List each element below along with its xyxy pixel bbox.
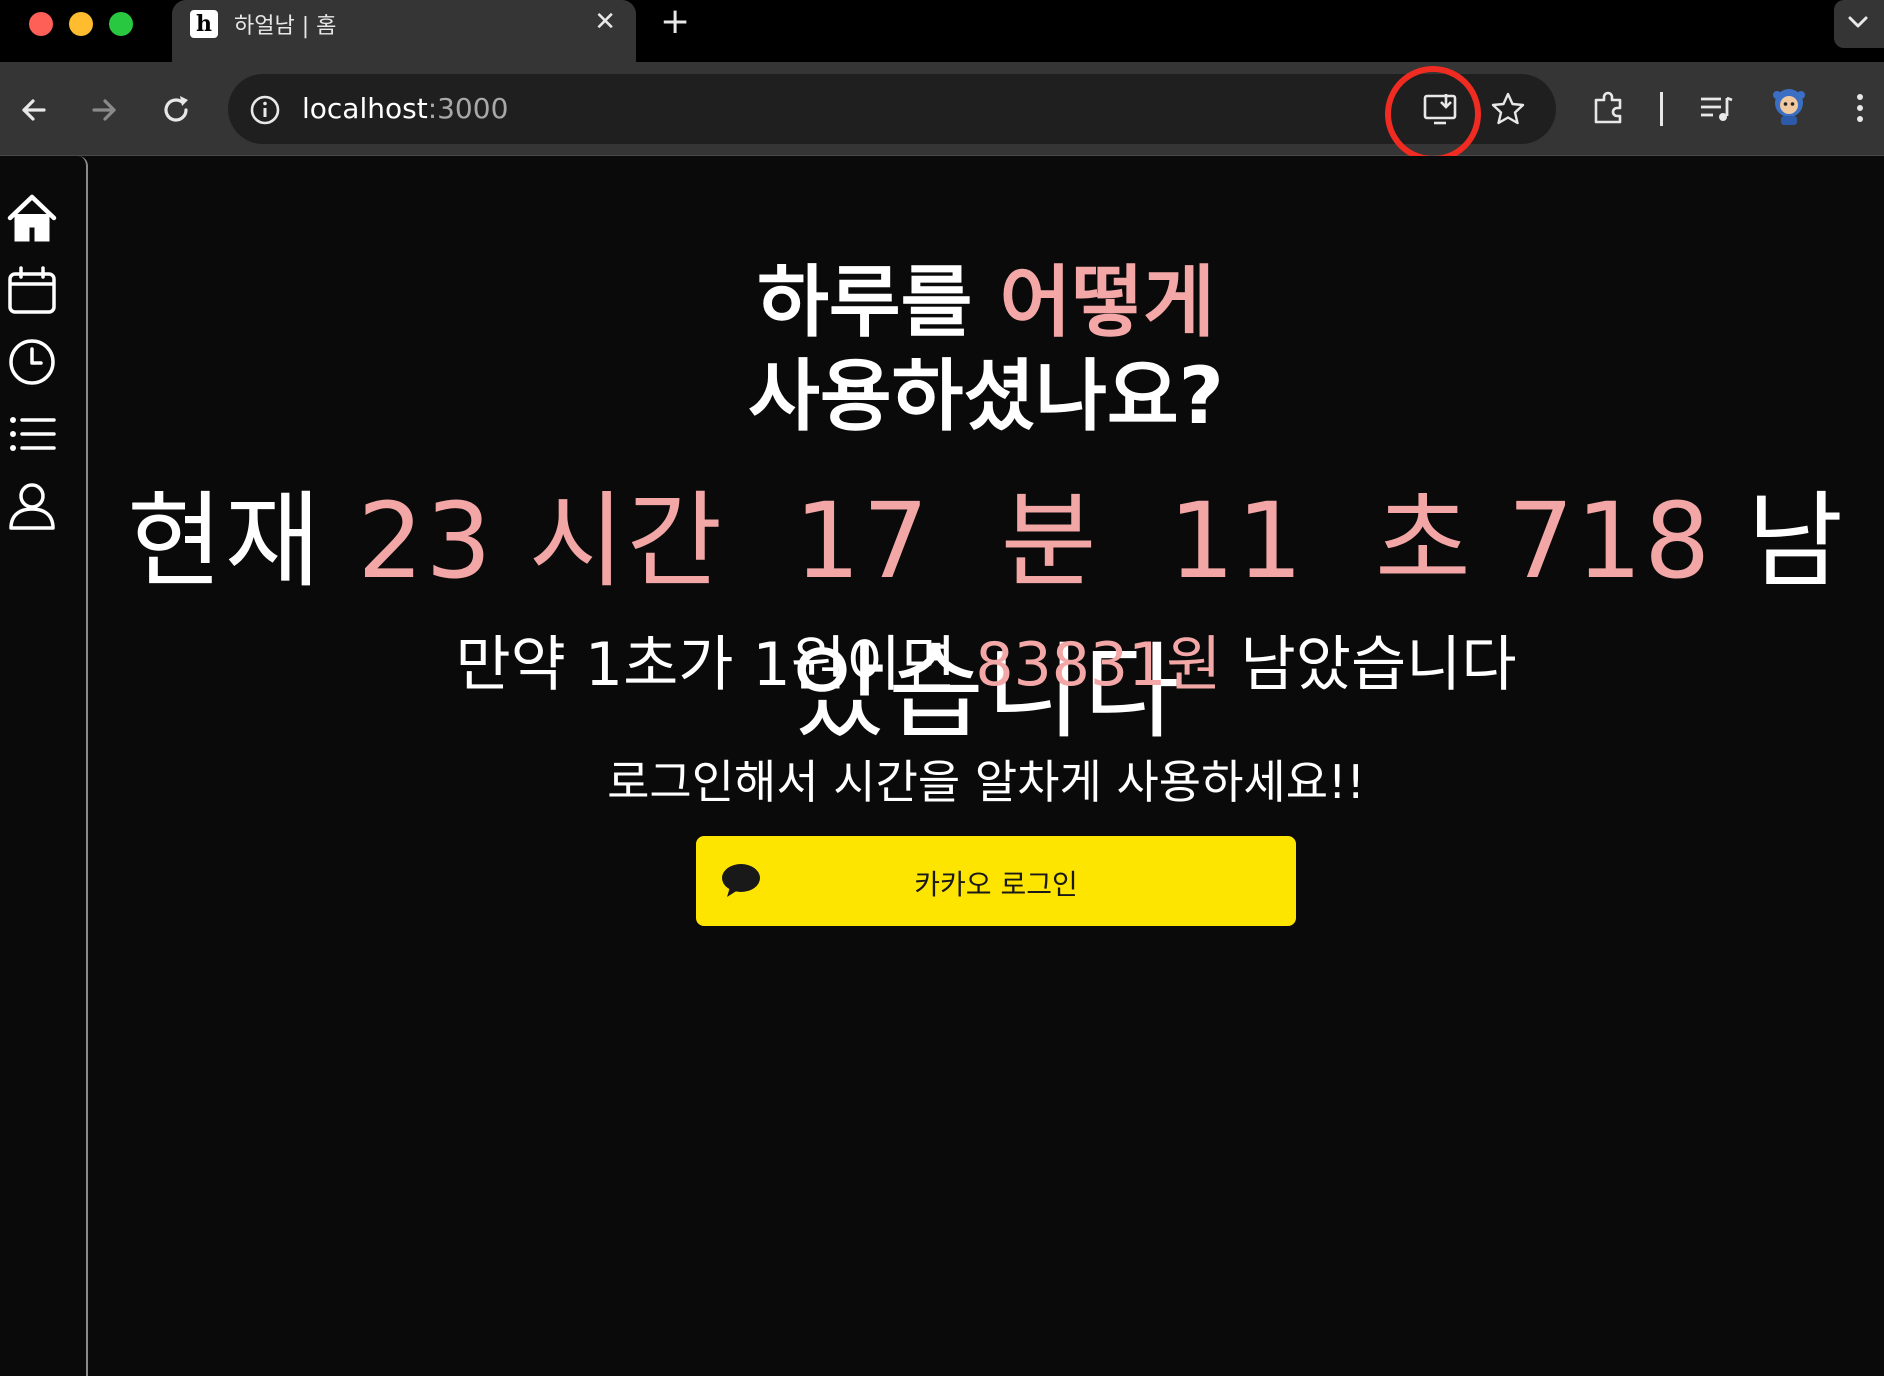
- list-icon[interactable]: [6, 408, 58, 460]
- bookmark-star-icon[interactable]: [1490, 91, 1526, 127]
- tab-close-icon[interactable]: ✕: [594, 8, 616, 36]
- active-tab[interactable]: h 하얼남 | 홈 ✕: [172, 0, 636, 62]
- kakao-login-button[interactable]: 카카오 로그인: [696, 836, 1296, 926]
- forward-icon[interactable]: [84, 90, 124, 130]
- extensions-icon[interactable]: [1588, 88, 1628, 128]
- login-prompt: 로그인해서 시간을 알차게 사용하세요!!: [607, 755, 1365, 809]
- countdown-seconds-unit: 초: [1375, 480, 1473, 602]
- home-icon[interactable]: [6, 192, 58, 244]
- profile-avatar[interactable]: [1770, 86, 1808, 126]
- page-viewport: 하루를 어떻게 사용하셨나요? 현재 23 시간 17 분 11 초 718 남…: [0, 156, 1884, 1376]
- site-info-icon[interactable]: [248, 93, 282, 127]
- countdown-hours-unit: 시간: [528, 480, 725, 602]
- site-favicon-icon: h: [190, 10, 218, 38]
- address-bar[interactable]: localhost:3000: [228, 66, 1556, 162]
- countdown-display: 현재 23 시간 17 분 11 초 718 남았습니다: [88, 456, 1884, 758]
- countdown-prefix: 현재: [126, 480, 358, 602]
- media-controls-icon[interactable]: [1696, 88, 1736, 128]
- countdown-millis: 718: [1507, 480, 1713, 602]
- money-prefix: 만약 1초가 1원이면: [455, 630, 976, 700]
- highlight-circle-annotation: [1385, 66, 1481, 162]
- reload-icon[interactable]: [156, 90, 196, 130]
- tab-title: 하얼남 | 홈: [234, 14, 337, 39]
- browser-toolbar: localhost:3000: [0, 62, 1884, 162]
- kakao-login-label: 카카오 로그인: [914, 868, 1078, 901]
- money-equivalent: 만약 1초가 1원이면 83831원 남았습니다: [88, 616, 1884, 703]
- clock-icon[interactable]: [6, 336, 58, 388]
- main-content: 하루를 어떻게 사용하셨나요? 현재 23 시간 17 분 11 초 718 남…: [88, 156, 1884, 1376]
- calendar-icon[interactable]: [6, 264, 58, 316]
- money-amount: 83831원: [975, 630, 1222, 700]
- sidebar: [0, 156, 88, 1376]
- hero-title-line2: 사용하셨나요?: [748, 352, 1224, 442]
- countdown-minutes-unit: 분: [1000, 480, 1099, 602]
- countdown-hours: 23: [357, 480, 494, 602]
- url-text[interactable]: localhost:3000: [302, 92, 508, 125]
- toolbar-divider: [1660, 92, 1663, 126]
- countdown-seconds: 11: [1168, 480, 1305, 602]
- menu-icon[interactable]: [1840, 88, 1880, 128]
- minimize-window-button[interactable]: [69, 12, 93, 36]
- chevron-down-icon: [1848, 16, 1868, 28]
- maximize-window-button[interactable]: [109, 12, 133, 36]
- countdown-minutes: 17: [794, 480, 931, 602]
- new-tab-button[interactable]: +: [660, 2, 690, 42]
- money-suffix: 남았습니다: [1221, 630, 1517, 700]
- tab-bar: h 하얼남 | 홈 ✕ +: [0, 0, 1884, 62]
- user-icon[interactable]: [6, 480, 58, 532]
- tab-search-button[interactable]: [1834, 0, 1884, 48]
- back-icon[interactable]: [14, 90, 54, 130]
- close-window-button[interactable]: [29, 12, 53, 36]
